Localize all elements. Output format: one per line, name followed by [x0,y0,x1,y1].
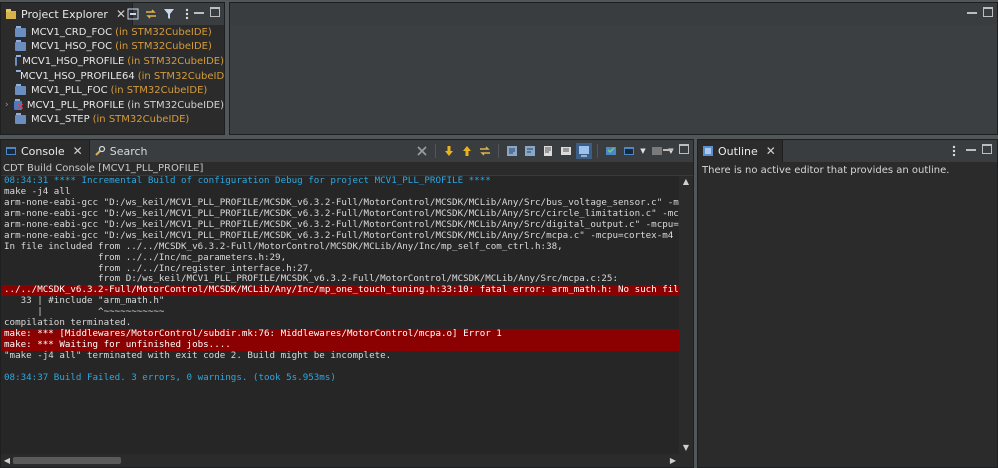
tree-item-project[interactable]: MCV1_HSO_PROFILE64 (in STM32CubeIDE) [1,69,224,84]
outline-icon [702,145,714,157]
console-line: 08:34:37 Build Failed. 3 errors, 0 warni… [4,371,336,383]
scroll-lock-icon[interactable] [504,143,520,159]
project-explorer-icon [5,8,17,20]
scroll-left-icon[interactable]: ◀ [2,455,12,466]
minimize-icon[interactable] [967,7,977,14]
editor-area [229,2,998,135]
tab-project-explorer[interactable]: Project Explorer ✕ [1,3,133,25]
filter-icon[interactable] [161,6,177,22]
project-folder-icon [15,25,26,37]
project-folder-icon [15,113,26,125]
toolbar-separator [597,144,598,158]
console-panel: Console ✕ Search ▼ ▼ CDT Build Console [… [0,139,694,468]
project-folder-icon [15,84,26,96]
clear-console-icon[interactable] [414,143,430,159]
project-origin: (in STM32CubeIDE) [127,55,224,67]
editor-tabbar [230,3,997,25]
display-selected-console-icon[interactable] [576,143,592,159]
tree-item-project-active[interactable]: › MCV1_PLL_PROFILE (in STM32CubeIDE) [1,98,224,113]
word-wrap-icon[interactable] [522,143,538,159]
minimize-icon[interactable] [194,7,204,14]
project-origin: (in STM32CubeIDE) [127,99,224,111]
search-icon [94,145,106,157]
project-name: MCV1_STEP [31,114,90,126]
maximize-icon[interactable] [983,7,993,17]
project-tree: MCV1_CRD_FOC (in STM32CubeIDE) MCV1_HSO_… [1,25,224,134]
project-folder-icon [15,40,26,52]
next-error-icon[interactable] [441,143,457,159]
console-output[interactable]: 08:34:31 **** Incremental Build of confi… [1,176,679,454]
chevron-right-icon[interactable]: › [5,100,14,110]
project-name: MCV1_HSO_PROFILE [22,55,125,67]
link-with-editor-icon[interactable] [143,6,159,22]
outline-tabbar: Outline ✕ [698,140,997,162]
outline-title: Outline [718,144,758,158]
horizontal-scrollbar[interactable]: ◀ ▶ [1,454,679,467]
chevron-down-icon[interactable]: ▼ [639,143,647,159]
minimize-icon[interactable] [663,144,673,151]
view-menu-icon[interactable] [946,143,962,159]
project-name: MCV1_HSO_PROFILE64 [20,70,135,82]
outline-empty-message: There is no active editor that provides … [702,165,950,176]
close-icon[interactable]: ✕ [766,144,776,158]
console-toolbar: ▼ ▼ [414,143,675,159]
project-error-icon [13,98,24,112]
console-line: from ../../Inc/mc_parameters.h:29, [4,251,287,263]
horizontal-scroll-thumb[interactable] [13,457,121,464]
project-name: MCV1_PLL_FOC [31,85,108,97]
tab-console[interactable]: Console ✕ [1,140,90,162]
project-name: MCV1_CRD_FOC [31,26,113,38]
previous-error-icon[interactable] [459,143,475,159]
search-tab-label: Search [109,144,148,158]
pin-console-icon[interactable] [540,143,556,159]
vertical-scrollbar[interactable]: ▲ ▼ [679,176,693,454]
project-explorer-title: Project Explorer [21,7,108,21]
outline-panel: Outline ✕ There is no active editor that… [697,139,998,468]
close-icon[interactable]: ✕ [73,144,83,158]
console-line: arm-none-eabi-gcc "D:/ws_keil/MCV1_PLL_P… [4,229,679,241]
tab-outline[interactable]: Outline ✕ [698,140,783,162]
scroll-up-icon[interactable]: ▲ [681,177,691,187]
tree-item-project[interactable]: MCV1_PLL_FOC (in STM32CubeIDE) [1,83,224,98]
show-console-icon[interactable] [558,143,574,159]
tab-search[interactable]: Search [90,140,154,162]
tree-item-project[interactable]: MCV1_CRD_FOC (in STM32CubeIDE) [1,25,224,40]
project-explorer-toolbar [125,6,195,22]
project-explorer-panel: Project Explorer ✕ MCV1_CRD_FOC (in STM3… [0,2,225,135]
scroll-right-icon[interactable]: ▶ [668,455,678,466]
tree-item-project[interactable]: MCV1_HSO_PROFILE (in STM32CubeIDE) [1,54,224,69]
tree-item-project[interactable]: MCV1_HSO_FOC (in STM32CubeIDE) [1,40,224,55]
console-line: 08:34:31 **** Incremental Build of confi… [4,176,491,186]
toolbar-separator [435,144,436,158]
open-console-icon[interactable] [603,143,619,159]
project-name: MCV1_PLL_PROFILE [26,99,125,111]
project-origin: (in STM32CubeIDE) [110,85,208,97]
collapse-all-icon[interactable] [125,6,141,22]
console-breadcrumb: CDT Build Console [MCV1_PLL_PROFILE] [1,162,693,176]
project-origin: (in STM32CubeIDE) [115,41,212,53]
console-tabbar: Console ✕ Search ▼ ▼ [1,140,693,162]
console-title: Console [21,144,65,158]
maximize-icon[interactable] [679,144,689,154]
view-menu-icon[interactable] [179,6,195,22]
project-origin: (in STM32CubeIDE) [115,26,212,38]
tree-item-project[interactable]: MCV1_STEP (in STM32CubeIDE) [1,113,224,128]
project-explorer-tabbar: Project Explorer ✕ [1,3,224,25]
project-origin: (in STM32CubeIDE) [137,70,225,82]
link-icon[interactable] [477,143,493,159]
project-origin: (in STM32CubeIDE) [92,114,190,126]
console-line: "make -j4 all" terminated with exit code… [4,350,392,361]
console-line: In file included from ../../MCSDK_v6.3.2… [4,240,563,252]
toolbar-separator [498,144,499,158]
scroll-down-icon[interactable]: ▼ [681,443,691,453]
maximize-icon[interactable] [982,144,992,154]
console-icon [5,145,17,157]
maximize-icon[interactable] [210,7,220,17]
new-console-icon[interactable] [621,143,637,159]
project-folder-icon [15,54,22,66]
project-name: MCV1_HSO_FOC [31,41,113,53]
minimize-icon[interactable] [966,144,976,151]
